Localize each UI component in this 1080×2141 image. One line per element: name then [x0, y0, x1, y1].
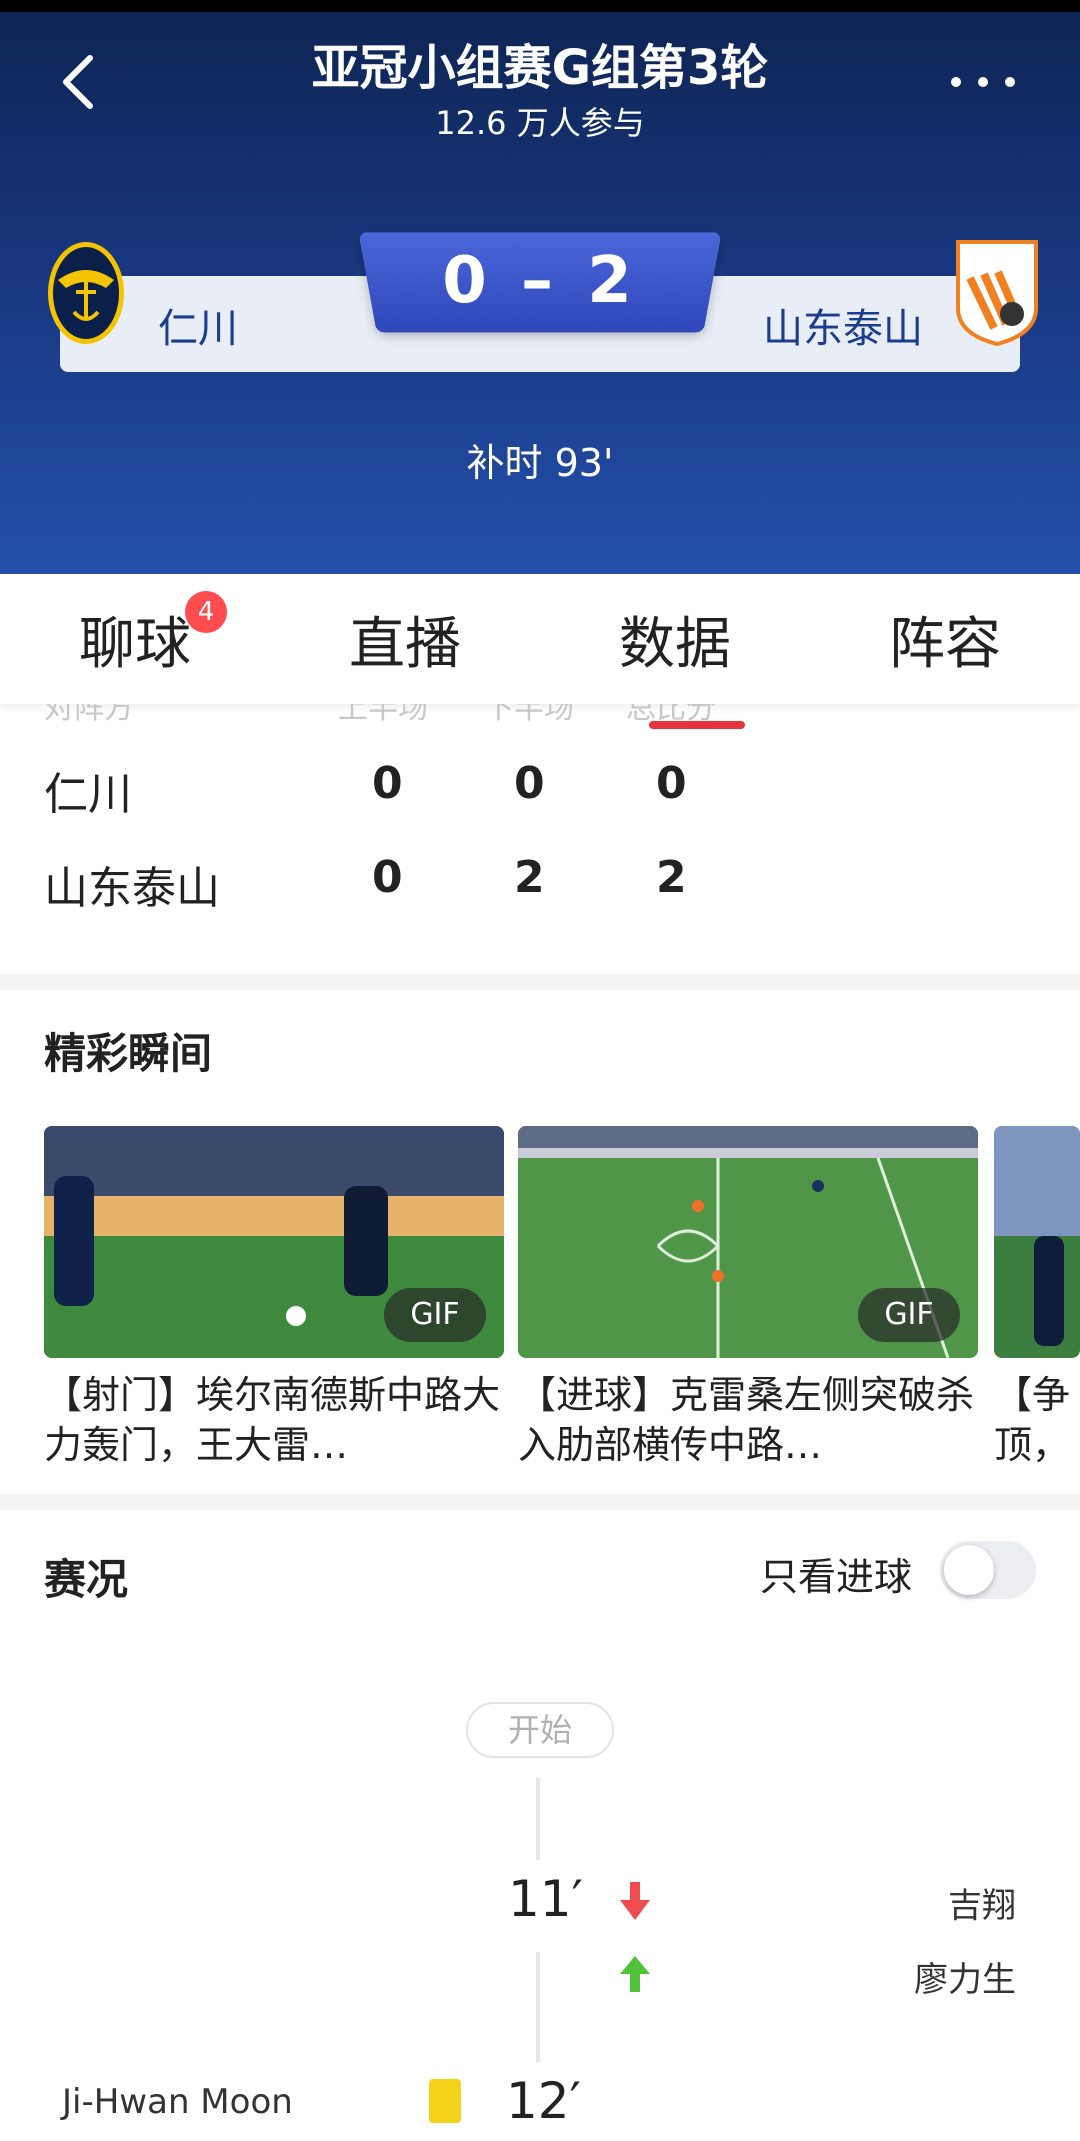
highlight-caption[interactable]: 【争顶，	[994, 1370, 1080, 1476]
highlight-clip[interactable]: GIF	[518, 1126, 978, 1358]
away-team-logo[interactable]	[954, 238, 1040, 348]
row-second-half: 2	[514, 852, 545, 903]
home-team-logo[interactable]	[46, 240, 126, 346]
tab-lineup-label: 阵容	[889, 611, 1001, 677]
unread-badge: 4	[185, 590, 227, 633]
section-divider	[0, 974, 1080, 990]
event-minute: 11′	[508, 1870, 583, 1928]
toggle-knob	[944, 1545, 994, 1595]
sub-out-player[interactable]: 吉翔	[948, 1878, 1016, 1927]
col-header-total: 总比分	[626, 704, 716, 726]
event-minute: 12′	[506, 2072, 581, 2130]
timeline-line	[536, 1778, 540, 1860]
tab-bar: 聊球 4 直播 数据 阵容	[0, 574, 1080, 729]
sub-in-player[interactable]: 廖力生	[914, 1952, 1016, 2001]
gif-badge: GIF	[858, 1288, 960, 1342]
table-row: 仁川 0 0 0	[0, 758, 1080, 820]
tab-live[interactable]: 直播	[295, 599, 515, 680]
match-title: 亚冠小组赛G组第3轮	[311, 40, 769, 96]
highlight-clip[interactable]	[994, 1126, 1080, 1358]
tab-chat-label: 聊球	[79, 611, 191, 677]
tab-stats[interactable]: 数据	[565, 599, 785, 729]
card-player[interactable]: Ji-Hwan Moon	[62, 2082, 293, 2122]
row-total: 2	[656, 852, 687, 903]
more-icon[interactable]	[948, 72, 1018, 92]
row-team: 山东泰山	[44, 863, 220, 914]
row-first-half: 0	[372, 758, 403, 809]
col-header-team: 对阵方	[44, 704, 134, 726]
match-start-marker: 开始	[466, 1702, 614, 1758]
goals-only-toggle[interactable]	[940, 1541, 1036, 1599]
row-team: 仁川	[44, 769, 132, 820]
tab-stats-label: 数据	[619, 611, 731, 677]
match-clock: 补时 93'	[466, 441, 614, 485]
table-row: 山东泰山 0 2 2	[0, 852, 1080, 914]
goals-only-label: 只看进球	[759, 1555, 912, 1599]
timeline-line	[536, 1952, 540, 2062]
tab-live-label: 直播	[349, 611, 461, 677]
row-first-half: 0	[372, 852, 403, 903]
events-title: 赛况	[44, 1555, 129, 1604]
tab-chat[interactable]: 聊球 4	[25, 590, 245, 680]
gif-badge: GIF	[384, 1288, 486, 1342]
sub-out-arrow-icon	[620, 1882, 650, 1920]
highlights-title: 精彩瞬间	[44, 1029, 213, 1078]
home-team-name: 仁川	[158, 306, 238, 352]
section-divider	[0, 1494, 1080, 1510]
participant-count: 12.6 万人参与	[435, 104, 645, 142]
score: 0 – 2	[442, 244, 638, 318]
highlight-caption[interactable]: 【射门】埃尔南德斯中路大力轰门，王大雷…	[44, 1370, 504, 1476]
highlight-clip[interactable]: GIF	[44, 1126, 504, 1358]
col-header-second-half: 下半场	[484, 704, 574, 726]
row-total: 0	[656, 758, 687, 809]
match-header: 亚冠小组赛G组第3轮 12.6 万人参与 仁川 0 – 2 山东泰山 补时 93…	[0, 0, 1080, 574]
clip-thumbnail	[994, 1126, 1080, 1358]
sub-in-arrow-icon	[620, 1956, 650, 1992]
away-team-name: 山东泰山	[763, 306, 923, 352]
tab-lineup[interactable]: 阵容	[835, 599, 1055, 680]
col-header-first-half: 上半场	[338, 704, 428, 726]
row-second-half: 0	[514, 758, 545, 809]
yellow-card-icon	[429, 2079, 461, 2123]
highlight-caption[interactable]: 【进球】克雷桑左侧突破杀入肋部横传中路…	[518, 1370, 978, 1476]
